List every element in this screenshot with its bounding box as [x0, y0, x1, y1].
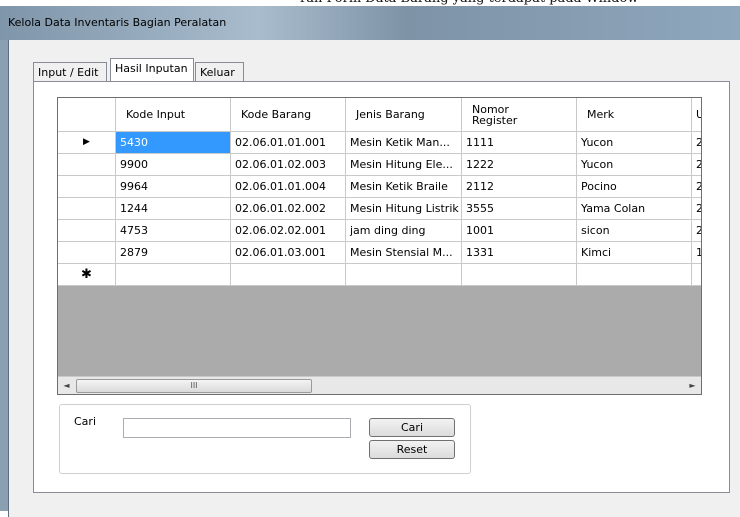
table-row[interactable]: ▶ 5430 02.06.01.01.001 Mesin Ketik Man..… — [58, 132, 701, 154]
search-button[interactable]: Cari — [369, 418, 455, 437]
search-label: Cari — [74, 415, 96, 428]
row-header[interactable] — [58, 154, 116, 176]
table-row[interactable]: 2879 02.06.01.03.001 Mesin Stensial M...… — [58, 242, 701, 264]
grid-cell[interactable]: Mesin Hitung Listrik — [346, 198, 462, 220]
column-header-kode-barang[interactable]: Kode Barang — [231, 98, 346, 132]
grid-cell[interactable]: 2879 — [116, 242, 231, 264]
column-header-merk[interactable]: Merk — [577, 98, 692, 132]
horizontal-scrollbar[interactable]: ◄ III ► — [58, 376, 701, 394]
grid-cell[interactable]: 4753 — [116, 220, 231, 242]
search-group — [59, 404, 471, 474]
column-header-label: Jenis Barang — [356, 108, 425, 121]
grid-cell[interactable] — [116, 264, 231, 286]
grid-cell[interactable]: 5430 — [116, 132, 231, 154]
grid-cell[interactable]: 1001 — [462, 220, 577, 242]
grid-cell[interactable] — [231, 264, 346, 286]
scroll-right-icon[interactable]: ► — [684, 377, 701, 394]
grid-cell[interactable]: 02.06.01.01.001 — [231, 132, 346, 154]
new-row[interactable]: ✱ — [58, 264, 701, 286]
grid-cell[interactable]: 02.06.01.01.004 — [231, 176, 346, 198]
grid-cell[interactable] — [692, 264, 701, 286]
grid-cell[interactable]: Mesin Ketik Man... — [346, 132, 462, 154]
column-header-label: Merk — [587, 108, 615, 121]
grid-cell[interactable]: Yucon — [577, 132, 692, 154]
grid-cell[interactable]: 1244 — [116, 198, 231, 220]
grid-cell[interactable]: 25 — [692, 220, 701, 242]
grid-cell[interactable]: Pocino — [577, 176, 692, 198]
grid-header: Kode Input Kode Barang Jenis Barang Nomo… — [58, 98, 701, 132]
grid-cell[interactable]: Yama Colan — [577, 198, 692, 220]
grid-cell[interactable]: 20 — [692, 154, 701, 176]
scrollbar-thumb[interactable]: III — [76, 379, 312, 393]
grid-cell[interactable]: 1m — [692, 242, 701, 264]
grid-cell[interactable]: 20 — [692, 176, 701, 198]
grid-cell[interactable]: jam ding ding — [346, 220, 462, 242]
row-header[interactable] — [58, 198, 116, 220]
grid-cell[interactable]: 02.06.01.02.002 — [231, 198, 346, 220]
reset-button[interactable]: Reset — [369, 440, 455, 459]
grid-cell[interactable]: 20 — [692, 198, 701, 220]
column-header-nomor-register[interactable]: Nomor Register — [462, 98, 577, 132]
column-header-label: Nomor Register — [472, 102, 518, 127]
search-input[interactable] — [123, 418, 351, 438]
grid-cell[interactable] — [346, 264, 462, 286]
column-header-label: Kode Input — [126, 108, 186, 121]
grid-cell[interactable]: 9900 — [116, 154, 231, 176]
column-header-label: U — [696, 109, 701, 120]
tab-keluar[interactable]: Keluar — [195, 62, 244, 82]
row-header[interactable] — [58, 220, 116, 242]
row-header[interactable]: ✱ — [58, 264, 116, 286]
title-bar: Kelola Data Inventaris Bagian Peralatan — [0, 6, 740, 40]
column-header-truncated[interactable]: U — [692, 98, 701, 132]
grid-cell[interactable]: 1111 — [462, 132, 577, 154]
tab-label: Keluar — [200, 66, 235, 79]
grid-cell[interactable]: 1331 — [462, 242, 577, 264]
grid-cell[interactable] — [462, 264, 577, 286]
grid-cell[interactable]: 1222 — [462, 154, 577, 176]
grid-cell[interactable]: Yucon — [577, 154, 692, 176]
tab-input-edit[interactable]: Input / Edit — [33, 62, 107, 82]
grid-cell[interactable]: sicon — [577, 220, 692, 242]
grid-cell[interactable] — [577, 264, 692, 286]
grid-cell[interactable]: 02.06.01.03.001 — [231, 242, 346, 264]
data-grid[interactable]: Kode Input Kode Barang Jenis Barang Nomo… — [57, 97, 702, 395]
grid-cell[interactable]: 02.06.02.02.001 — [231, 220, 346, 242]
table-row[interactable]: 1244 02.06.01.02.002 Mesin Hitung Listri… — [58, 198, 701, 220]
grip-icon: III — [190, 381, 198, 390]
row-header[interactable] — [58, 242, 116, 264]
row-header[interactable]: ▶ — [58, 132, 116, 154]
grid-cell[interactable]: 3555 — [462, 198, 577, 220]
table-row[interactable]: 9964 02.06.01.01.004 Mesin Ketik Braile … — [58, 176, 701, 198]
grid-cell[interactable]: 02.06.01.02.003 — [231, 154, 346, 176]
table-row[interactable]: 4753 02.06.02.02.001 jam ding ding 1001 … — [58, 220, 701, 242]
row-header[interactable] — [58, 176, 116, 198]
row-header-corner — [58, 98, 116, 132]
grid-cell[interactable]: Mesin Hitung Ele... — [346, 154, 462, 176]
grid-cell[interactable]: Mesin Stensial M... — [346, 242, 462, 264]
tab-hasil-inputan[interactable]: Hasil Inputan — [110, 58, 194, 81]
scroll-left-icon[interactable]: ◄ — [58, 377, 75, 394]
current-row-icon: ▶ — [83, 137, 90, 147]
window-frame — [0, 40, 8, 511]
window-title: Kelola Data Inventaris Bagian Peralatan — [8, 16, 227, 29]
grid-cell[interactable]: 2112 — [462, 176, 577, 198]
column-header-kode-input[interactable]: Kode Input — [116, 98, 231, 132]
grid-cell[interactable]: Kimci — [577, 242, 692, 264]
column-header-label: Kode Barang — [241, 108, 312, 121]
grid-cell[interactable]: 20 — [692, 132, 701, 154]
tab-label: Input / Edit — [38, 66, 99, 79]
new-row-icon: ✱ — [81, 267, 92, 282]
column-header-jenis-barang[interactable]: Jenis Barang — [346, 98, 462, 132]
grid-cell[interactable]: Mesin Ketik Braile — [346, 176, 462, 198]
grid-cell[interactable]: 9964 — [116, 176, 231, 198]
tab-label: Hasil Inputan — [115, 62, 188, 75]
table-row[interactable]: 9900 02.06.01.02.003 Mesin Hitung Ele...… — [58, 154, 701, 176]
